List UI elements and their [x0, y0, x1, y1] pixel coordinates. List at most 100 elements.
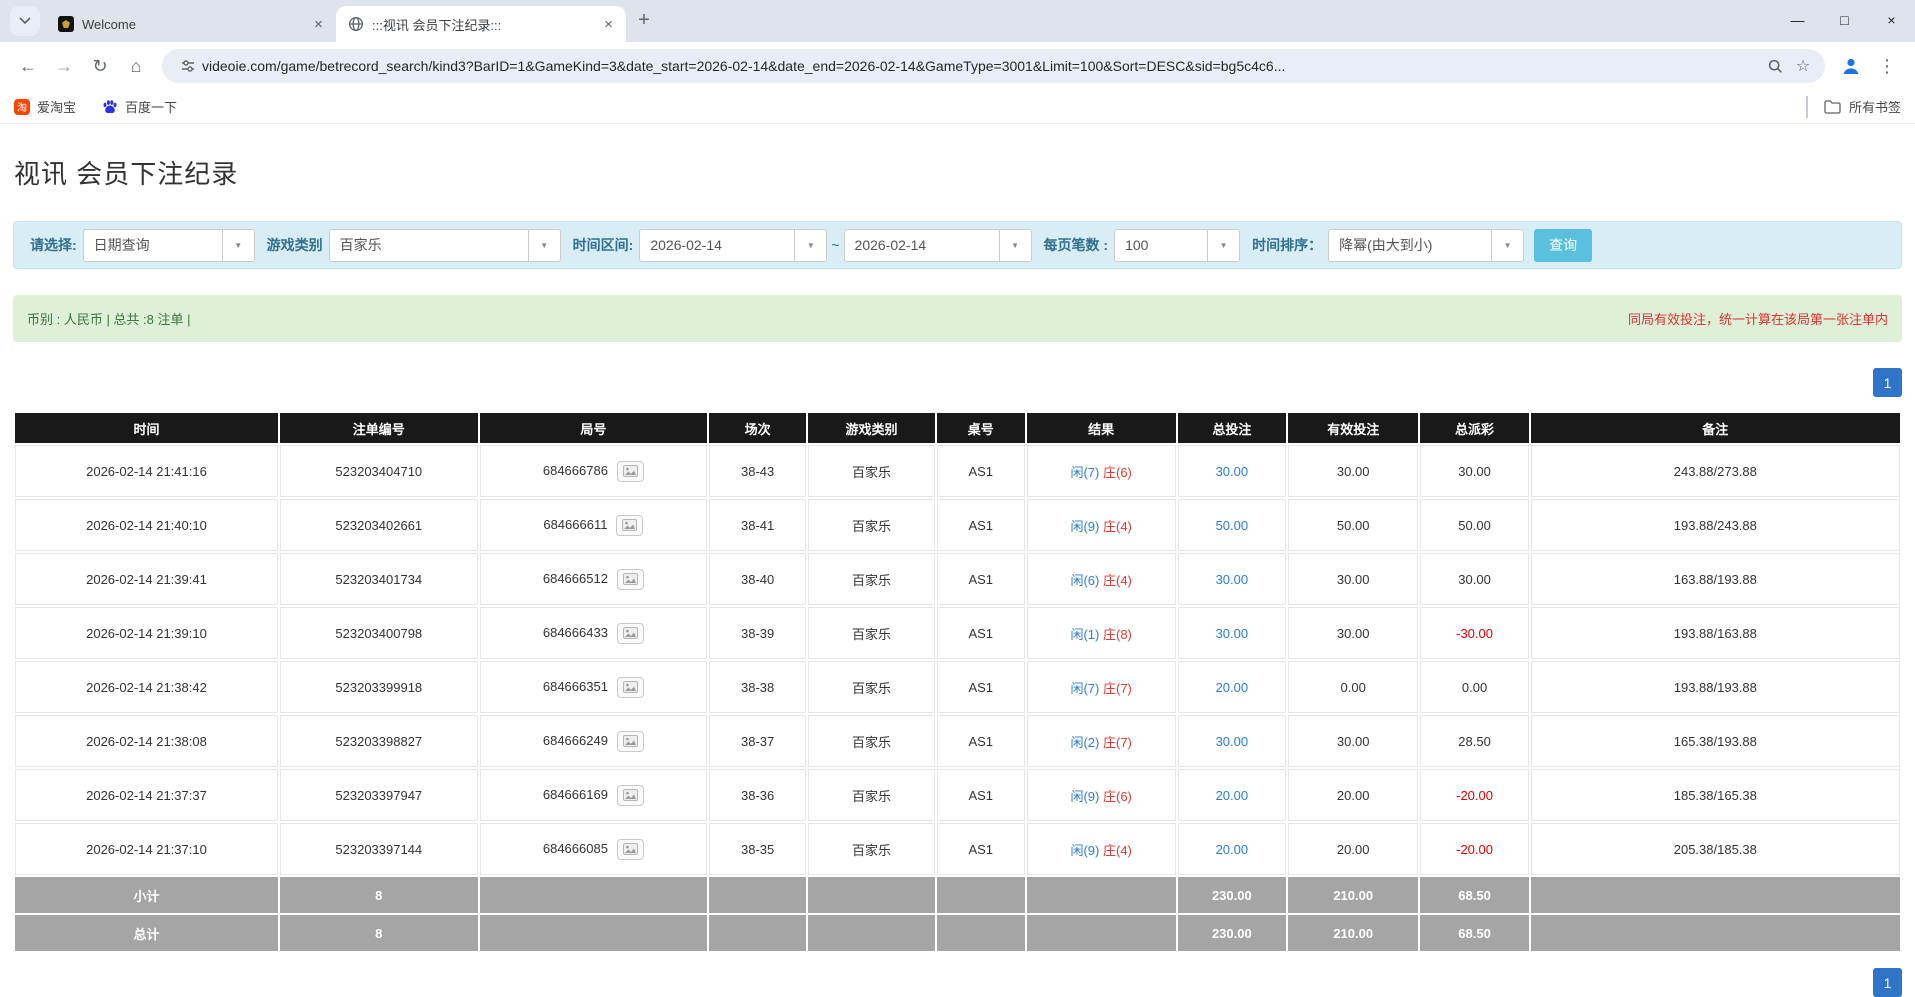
cell-session: 38-39	[709, 607, 806, 659]
chevron-down-icon[interactable]: ▼	[794, 230, 826, 261]
cell-total-bet[interactable]: 30.00	[1178, 715, 1286, 767]
cell-session: 38-36	[709, 769, 806, 821]
tab-close-icon[interactable]: ×	[599, 15, 618, 34]
round-result-icon[interactable]	[617, 623, 644, 644]
cell-table-no: AS1	[937, 499, 1025, 551]
cell-payout: 30.00	[1420, 553, 1528, 605]
site-settings-icon[interactable]	[174, 52, 202, 80]
cell-time: 2026-02-14 21:39:10	[15, 607, 278, 659]
chevron-down-icon[interactable]: ▼	[528, 230, 560, 261]
back-button[interactable]: ←	[10, 48, 46, 84]
cell-note: 205.38/185.38	[1531, 823, 1900, 875]
per-page-select[interactable]: 100 ▼	[1114, 229, 1240, 262]
minimize-button[interactable]: —	[1774, 0, 1821, 40]
bookmark-star-icon[interactable]: ☆	[1789, 52, 1817, 80]
game-kind-select[interactable]: 百家乐 ▼	[329, 229, 561, 262]
round-number: 684666351	[543, 678, 608, 693]
round-number: 684666611	[543, 516, 607, 531]
summary-cell: 68.50	[1420, 877, 1528, 913]
round-result-icon[interactable]	[617, 785, 644, 806]
cell-total-bet[interactable]: 50.00	[1178, 499, 1286, 551]
url-text[interactable]: videoie.com/game/betrecord_search/kind3?…	[202, 58, 1761, 74]
bookmark-baidu[interactable]: 百度一下	[102, 97, 177, 116]
reload-button[interactable]: ↻	[82, 48, 118, 84]
round-result-icon[interactable]	[617, 677, 644, 698]
browser-menu-icon[interactable]: ⋮	[1869, 48, 1905, 84]
cell-session: 38-43	[709, 445, 806, 497]
total-bet-link[interactable]: 20.00	[1216, 680, 1249, 695]
chevron-down-icon[interactable]: ▼	[1491, 230, 1523, 261]
chevron-down-icon[interactable]: ▼	[1207, 230, 1239, 261]
total-bet-link[interactable]: 30.00	[1216, 572, 1249, 587]
maximize-button[interactable]: □	[1821, 0, 1868, 40]
sort-select[interactable]: 降幂(由大到小) ▼	[1328, 229, 1524, 262]
cell-game: 百家乐	[808, 499, 935, 551]
total-bet-link[interactable]: 50.00	[1216, 518, 1249, 533]
cell-total-bet[interactable]: 30.00	[1178, 607, 1286, 659]
address-bar[interactable]: videoie.com/game/betrecord_search/kind3?…	[162, 49, 1825, 83]
total-bet-link[interactable]: 30.00	[1216, 626, 1249, 641]
cell-total-bet[interactable]: 30.00	[1178, 445, 1286, 497]
forward-button[interactable]: →	[46, 48, 82, 84]
round-result-icon[interactable]	[617, 569, 644, 590]
bookmark-taobao[interactable]: 淘 爱淘宝	[14, 97, 76, 116]
round-result-icon[interactable]	[617, 731, 644, 752]
page-1-button-bottom[interactable]: 1	[1873, 968, 1902, 997]
cell-valid-bet: 30.00	[1288, 445, 1419, 497]
cell-note: 243.88/273.88	[1531, 445, 1900, 497]
summary-cell: 210.00	[1288, 915, 1419, 951]
summary-row: 总计8230.00210.0068.50	[15, 915, 1900, 951]
summary-cell	[709, 877, 806, 913]
search-button[interactable]: 查询	[1534, 229, 1592, 262]
close-button[interactable]: ×	[1868, 0, 1915, 40]
date-end-input[interactable]: 2026-02-14 ▼	[844, 229, 1032, 262]
total-bet-link[interactable]: 30.00	[1216, 464, 1249, 479]
total-bet-link[interactable]: 30.00	[1216, 734, 1249, 749]
cell-result: 闲(6) 庄(4)	[1027, 553, 1176, 605]
all-bookmarks[interactable]: 所有书签	[1806, 96, 1901, 118]
new-tab-button[interactable]: +	[630, 6, 658, 34]
page-1-button[interactable]: 1	[1873, 368, 1902, 397]
bet-table-foot: 小计8230.00210.0068.50总计8230.00210.0068.50	[15, 877, 1900, 951]
cell-valid-bet: 30.00	[1288, 553, 1419, 605]
summary-cell	[1531, 915, 1900, 951]
round-result-icon[interactable]	[616, 515, 643, 536]
zoom-icon[interactable]	[1761, 52, 1789, 80]
total-bet-link[interactable]: 20.00	[1216, 788, 1249, 803]
home-button[interactable]: ⌂	[118, 48, 154, 84]
table-row: 2026-02-14 21:39:41523203401734684666512…	[15, 553, 1900, 605]
page-title: 视讯 会员下注纪录	[14, 154, 1915, 191]
tab-welcome[interactable]: Welcome ×	[46, 6, 336, 42]
date-start-input[interactable]: 2026-02-14 ▼	[639, 229, 827, 262]
cell-total-bet[interactable]: 20.00	[1178, 823, 1286, 875]
cell-time: 2026-02-14 21:38:42	[15, 661, 278, 713]
cell-result: 闲(7) 庄(7)	[1027, 661, 1176, 713]
round-result-icon[interactable]	[617, 461, 644, 482]
summary-cell	[808, 915, 935, 951]
tab-close-icon[interactable]: ×	[309, 15, 328, 34]
cell-total-bet[interactable]: 20.00	[1178, 661, 1286, 713]
query-type-select[interactable]: 日期查询 ▼	[83, 229, 255, 262]
bookmark-label: 爱淘宝	[37, 97, 76, 116]
table-row: 2026-02-14 21:41:16523203404710684666786…	[15, 445, 1900, 497]
cell-bet-id: 523203397947	[280, 769, 478, 821]
cell-note: 193.88/243.88	[1531, 499, 1900, 551]
round-result-icon[interactable]	[617, 839, 644, 860]
cell-game: 百家乐	[808, 445, 935, 497]
cell-result: 闲(7) 庄(6)	[1027, 445, 1176, 497]
column-header: 时间	[15, 413, 278, 443]
tab-search-button[interactable]	[10, 6, 40, 36]
cell-total-bet[interactable]: 30.00	[1178, 553, 1286, 605]
profile-avatar[interactable]	[1833, 48, 1869, 84]
query-type-value: 日期查询	[84, 230, 222, 261]
cell-total-bet[interactable]: 20.00	[1178, 769, 1286, 821]
total-bet-link[interactable]: 20.00	[1216, 842, 1249, 857]
tab-bet-record[interactable]: :::视讯 会员下注纪录::: ×	[336, 6, 626, 42]
result-player: 闲(1)	[1070, 627, 1099, 642]
chevron-down-icon[interactable]: ▼	[222, 230, 254, 261]
result-player: 闲(7)	[1070, 465, 1099, 480]
chevron-down-icon[interactable]: ▼	[999, 230, 1031, 261]
result-banker: 庄(6)	[1103, 465, 1132, 480]
cell-session: 38-37	[709, 715, 806, 767]
summary-cell	[1027, 877, 1176, 913]
